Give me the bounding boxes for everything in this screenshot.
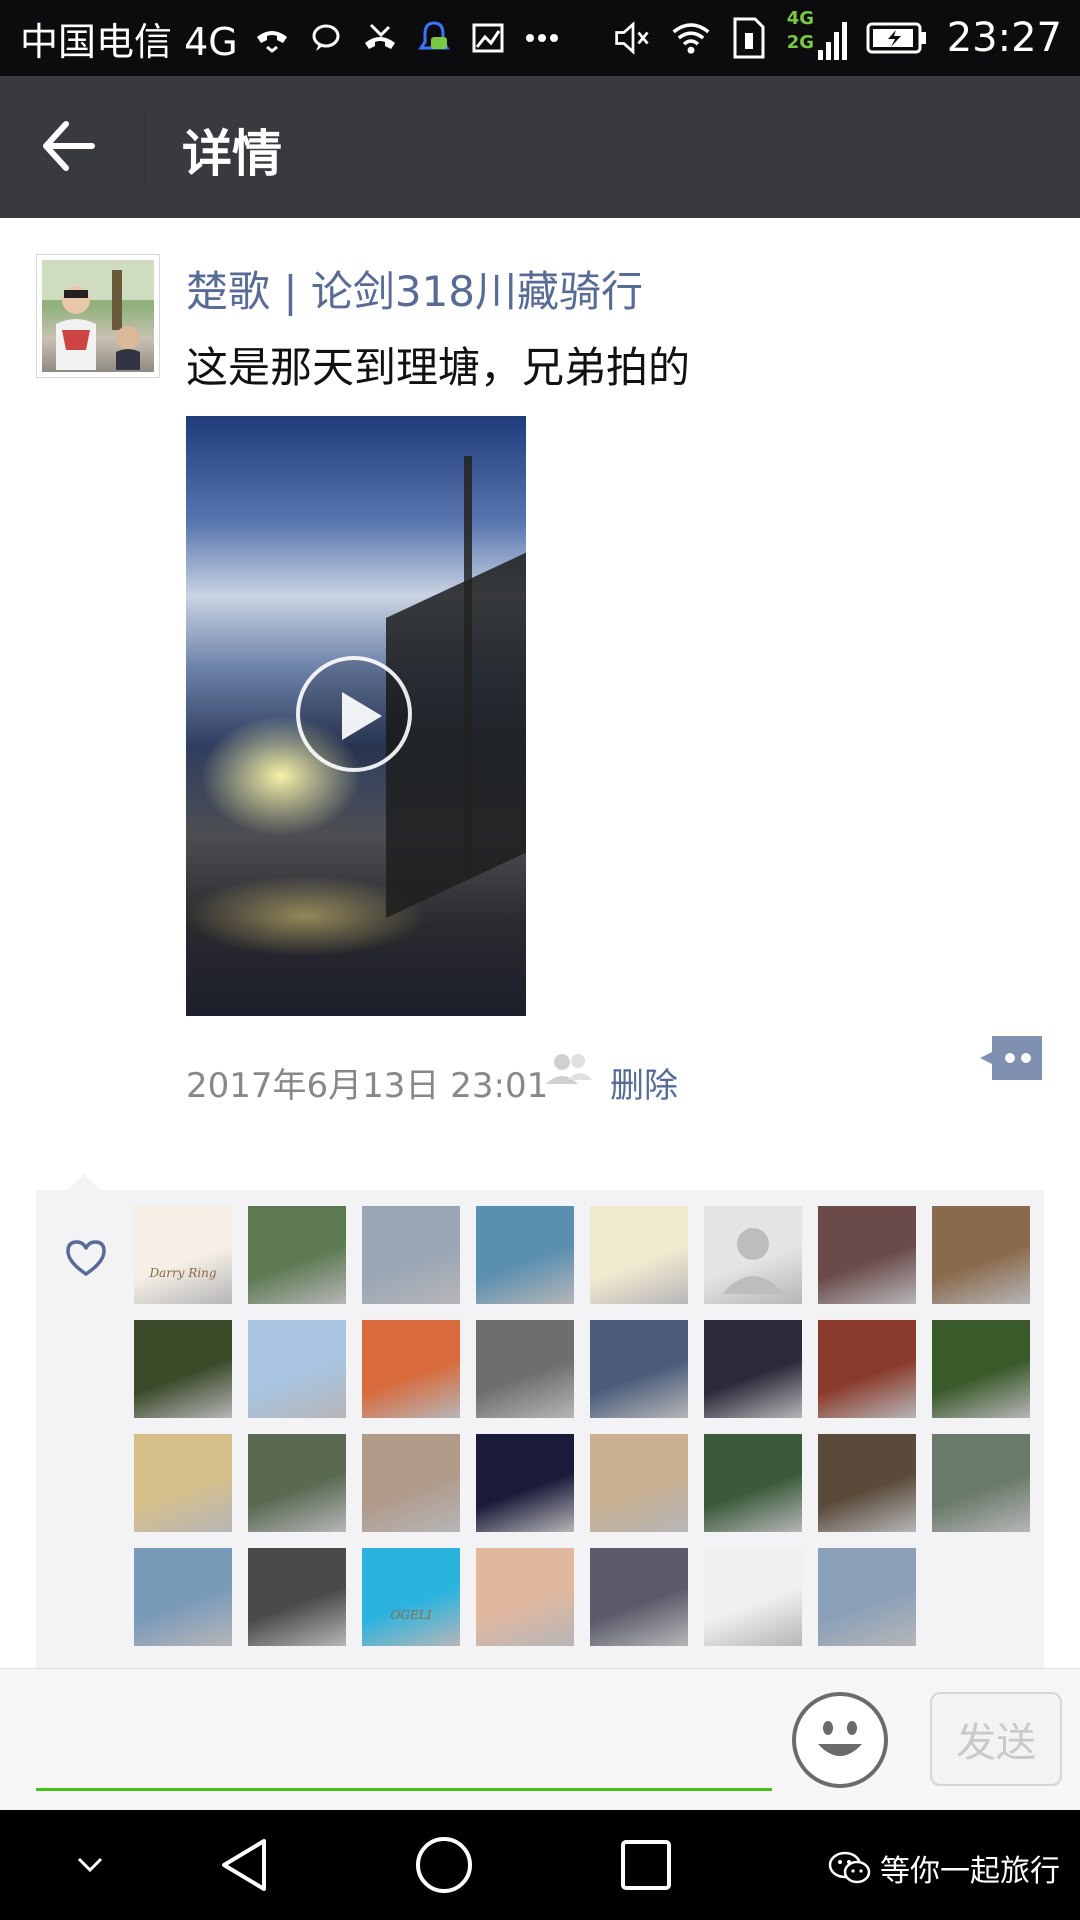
post-text: 这是那天到理塘，兄弟拍的	[186, 343, 691, 392]
delete-button[interactable]: 删除	[610, 1058, 678, 1107]
liker-avatar[interactable]	[362, 1206, 460, 1304]
liker-avatar[interactable]	[134, 1320, 232, 1418]
liker-avatar[interactable]	[590, 1434, 688, 1532]
wifi-icon	[671, 18, 711, 58]
triangle-back-icon	[222, 1839, 266, 1891]
avatar-logo-text: Darry Ring	[149, 1266, 217, 1280]
back-arrow-icon	[43, 121, 95, 171]
page-title: 详情	[182, 125, 282, 183]
liker-avatar[interactable]	[134, 1434, 232, 1532]
likes-arrow	[68, 1174, 100, 1190]
liker-avatar[interactable]	[134, 1548, 232, 1646]
nav-recents-button[interactable]	[606, 1810, 686, 1920]
comment-icon	[980, 1036, 1042, 1080]
mute-icon	[613, 18, 653, 58]
notification-icon	[414, 18, 454, 58]
battery-icon	[865, 18, 929, 58]
liker-avatar[interactable]	[818, 1548, 916, 1646]
circle-home-icon	[416, 1837, 472, 1893]
signal-icon: 4G 2G	[786, 8, 847, 64]
carrier-label: 中国电信 4G	[20, 19, 238, 64]
comment-input[interactable]	[36, 1700, 772, 1791]
friends-visibility-icon	[544, 1052, 594, 1088]
liker-avatar[interactable]	[704, 1548, 802, 1646]
avatar-image	[42, 260, 154, 372]
liker-avatar[interactable]	[248, 1320, 346, 1418]
chevron-down-icon	[77, 1857, 103, 1873]
liker-avatar[interactable]	[704, 1434, 802, 1532]
liker-avatar[interactable]	[590, 1320, 688, 1418]
back-button[interactable]	[40, 118, 104, 178]
liker-avatar[interactable]	[248, 1434, 346, 1532]
status-bar: 中国电信 4G 4G 2G 23:27	[0, 0, 1080, 76]
network-label-2g: 2G	[786, 32, 815, 53]
liker-avatar[interactable]	[476, 1548, 574, 1646]
missed-call-icon	[252, 18, 292, 58]
liker-avatar[interactable]	[932, 1206, 1030, 1304]
nav-hide-button[interactable]	[60, 1810, 120, 1920]
liker-avatar[interactable]	[590, 1548, 688, 1646]
title-divider	[145, 112, 146, 184]
liker-avatar[interactable]	[704, 1320, 802, 1418]
liker-avatar[interactable]	[476, 1206, 574, 1304]
emoji-button[interactable]	[792, 1692, 888, 1788]
comment-like-button[interactable]	[978, 1034, 1044, 1082]
liker-avatar[interactable]	[362, 1434, 460, 1532]
liker-avatar[interactable]: Darry Ring	[134, 1206, 232, 1304]
avatar-logo-text: OGELI	[390, 1608, 432, 1622]
liker-avatar[interactable]	[704, 1206, 802, 1304]
liker-avatar[interactable]	[932, 1434, 1030, 1532]
heart-icon	[64, 1238, 108, 1278]
liker-avatar[interactable]	[476, 1320, 574, 1418]
author-avatar[interactable]	[36, 254, 160, 378]
liker-avatar[interactable]	[248, 1548, 346, 1646]
smiley-icon	[818, 1721, 862, 1756]
clock: 23:27	[946, 15, 1062, 61]
watermark-text: 等你一起旅行	[880, 1854, 1060, 1889]
nav-home-button[interactable]	[404, 1810, 484, 1920]
author-name[interactable]: 楚歌 | 论剑318川藏骑行	[186, 258, 643, 319]
liker-avatar[interactable]	[590, 1206, 688, 1304]
liker-avatar[interactable]	[818, 1206, 916, 1304]
liker-avatar[interactable]	[248, 1206, 346, 1304]
missed-call-icon	[360, 18, 400, 58]
sim-card-icon	[729, 17, 769, 59]
liker-avatar[interactable]: OGELI	[362, 1548, 460, 1646]
nav-back-button[interactable]	[204, 1810, 284, 1920]
more-icon	[522, 18, 562, 58]
liker-avatar[interactable]	[476, 1434, 574, 1532]
wechat-logo-icon	[828, 1851, 871, 1884]
chat-bubble-icon	[306, 18, 346, 58]
watermark: 等你一起旅行	[828, 1846, 1060, 1890]
image-icon	[468, 18, 508, 58]
liker-avatar[interactable]	[362, 1320, 460, 1418]
liker-avatar[interactable]	[932, 1320, 1030, 1418]
video-scene-pole	[464, 456, 472, 876]
liker-avatar[interactable]	[818, 1434, 916, 1532]
network-label-4g: 4G	[786, 8, 815, 29]
liker-avatar[interactable]	[818, 1320, 916, 1418]
post-timestamp: 2017年6月13日 23:01	[186, 1066, 549, 1106]
title-bar: 详情	[0, 76, 1080, 218]
square-recents-icon	[621, 1840, 671, 1890]
play-button[interactable]	[296, 656, 412, 772]
video-thumbnail[interactable]	[186, 416, 526, 1016]
send-button[interactable]: 发送	[930, 1692, 1062, 1786]
